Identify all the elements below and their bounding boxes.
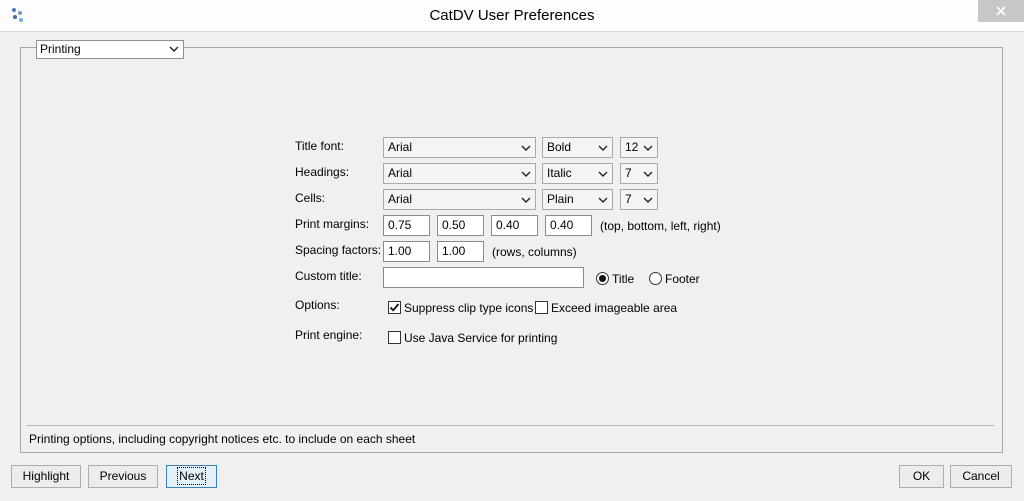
chevron-down-icon xyxy=(521,197,531,203)
margin-top-input[interactable]: 0.75 xyxy=(383,215,430,236)
footer-radio[interactable] xyxy=(649,272,662,285)
title-font-label: Title font: xyxy=(295,139,344,153)
headings-font-size-value: 7 xyxy=(625,166,632,180)
next-button-label: Next xyxy=(177,467,206,485)
section-select[interactable]: Printing xyxy=(36,40,184,59)
headings-font-style-select[interactable]: Italic xyxy=(542,163,613,184)
previous-button[interactable]: Previous xyxy=(88,465,158,488)
cancel-button[interactable]: Cancel xyxy=(950,465,1012,488)
cells-font-style-select[interactable]: Plain xyxy=(542,189,613,210)
headings-font-size-select[interactable]: 7 xyxy=(620,163,658,184)
chevron-down-icon xyxy=(598,171,608,177)
cells-font-family-value: Arial xyxy=(388,192,413,206)
suppress-clip-icons-checkbox[interactable] xyxy=(388,301,401,314)
cells-font-size-select[interactable]: 7 xyxy=(620,189,658,210)
options-label: Options: xyxy=(295,298,340,312)
margin-bottom-input[interactable]: 0.50 xyxy=(437,215,484,236)
headings-font-style-value: Italic xyxy=(547,166,572,180)
spacing-factors-hint: (rows, columns) xyxy=(492,245,577,259)
chevron-down-icon xyxy=(521,171,531,177)
status-text: Printing options, including copyright no… xyxy=(29,432,416,446)
exceed-imageable-area-checkbox[interactable] xyxy=(535,301,548,314)
cells-font-style-value: Plain xyxy=(547,192,574,206)
java-service-label[interactable]: Use Java Service for printing xyxy=(404,331,557,345)
title-font-style-select[interactable]: Bold xyxy=(542,137,613,158)
radio-selected-dot xyxy=(599,275,606,282)
chevron-down-icon xyxy=(169,46,179,52)
section-select-value: Printing xyxy=(40,42,81,56)
print-margins-label: Print margins: xyxy=(295,217,370,231)
print-engine-label: Print engine: xyxy=(295,328,363,342)
ok-button-label: OK xyxy=(912,469,931,483)
close-icon xyxy=(996,6,1006,16)
chevron-down-icon xyxy=(643,197,653,203)
highlight-button-label: Highlight xyxy=(22,469,70,483)
chevron-down-icon xyxy=(598,145,608,151)
chevron-down-icon xyxy=(598,197,608,203)
print-margins-hint: (top, bottom, left, right) xyxy=(600,219,721,233)
spacing-factors-label: Spacing factors: xyxy=(295,243,382,257)
status-divider xyxy=(26,425,994,426)
ok-button[interactable]: OK xyxy=(899,465,944,488)
cells-font-size-value: 7 xyxy=(625,192,632,206)
title-bar: CatDV User Preferences xyxy=(0,0,1024,32)
headings-font-family-select[interactable]: Arial xyxy=(383,163,536,184)
custom-title-input[interactable] xyxy=(383,267,584,288)
java-service-checkbox[interactable] xyxy=(388,331,401,344)
headings-font-family-value: Arial xyxy=(388,166,413,180)
checkmark-icon xyxy=(389,303,400,312)
title-radio[interactable] xyxy=(596,272,609,285)
next-button[interactable]: Next xyxy=(166,465,217,488)
headings-label: Headings: xyxy=(295,165,350,179)
title-radio-label[interactable]: Title xyxy=(612,272,634,286)
window-title: CatDV User Preferences xyxy=(429,7,595,24)
suppress-clip-icons-label[interactable]: Suppress clip type icons xyxy=(404,301,533,315)
exceed-imageable-area-label[interactable]: Exceed imageable area xyxy=(551,301,677,315)
previous-button-label: Previous xyxy=(99,469,147,483)
footer-radio-label[interactable]: Footer xyxy=(665,272,700,286)
title-font-family-select[interactable]: Arial xyxy=(383,137,536,158)
cells-font-family-select[interactable]: Arial xyxy=(383,189,536,210)
cancel-button-label: Cancel xyxy=(962,469,1000,483)
title-font-size-value: 12 xyxy=(625,140,639,154)
chevron-down-icon xyxy=(643,171,653,177)
title-font-size-select[interactable]: 12 xyxy=(620,137,658,158)
title-font-style-value: Bold xyxy=(547,140,572,154)
close-button[interactable] xyxy=(978,0,1024,22)
chevron-down-icon xyxy=(643,145,653,151)
custom-title-label: Custom title: xyxy=(295,269,362,283)
margin-left-input[interactable]: 0.40 xyxy=(491,215,538,236)
highlight-button[interactable]: Highlight xyxy=(11,465,81,488)
spacing-columns-input[interactable]: 1.00 xyxy=(437,241,484,262)
cells-label: Cells: xyxy=(295,191,326,205)
margin-right-input[interactable]: 0.40 xyxy=(545,215,592,236)
spacing-rows-input[interactable]: 1.00 xyxy=(383,241,430,262)
chevron-down-icon xyxy=(521,145,531,151)
title-font-family-value: Arial xyxy=(388,140,413,154)
